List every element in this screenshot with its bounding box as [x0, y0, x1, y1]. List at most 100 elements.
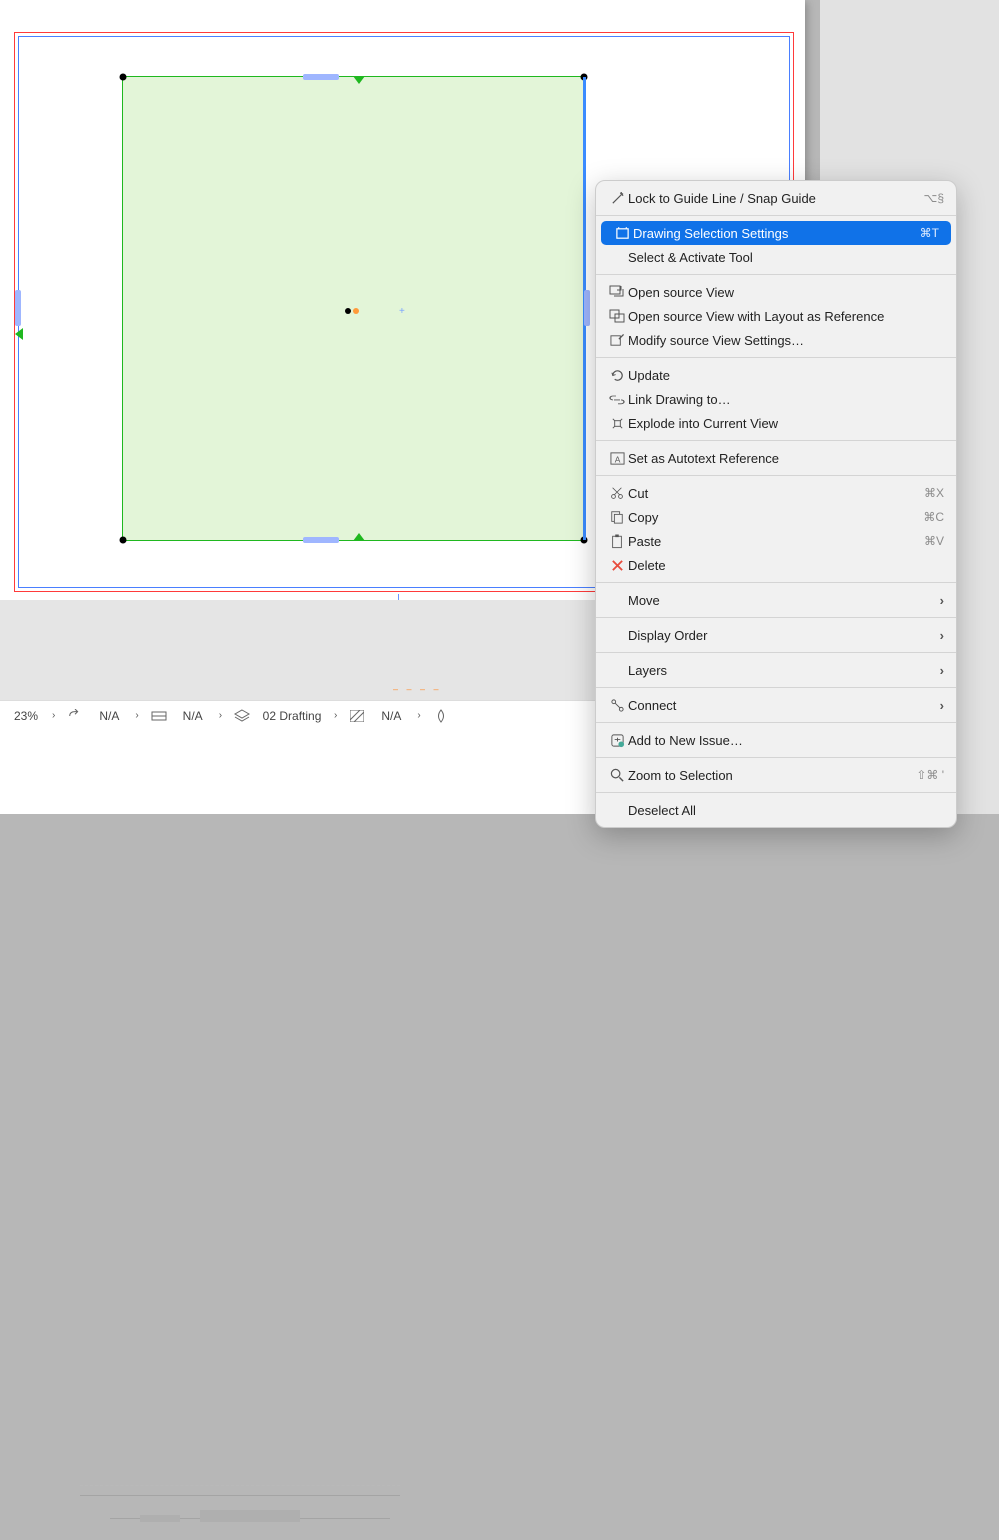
menu-item-shortcut: ⌘C: [923, 510, 944, 524]
menu-item-label: Explode into Current View: [628, 416, 944, 431]
menu-item-select-activate-tool[interactable]: Select & Activate Tool: [596, 245, 956, 269]
selection-grip-bottom[interactable]: [303, 537, 339, 543]
triangle-left-icon: [15, 328, 23, 340]
selection-handle-sw[interactable]: [120, 537, 127, 544]
menu-item-shortcut: ⌘X: [924, 486, 944, 500]
menu-item-add-to-new-issue[interactable]: Add to New Issue…: [596, 728, 956, 752]
zoom-control[interactable]: 23% ›: [0, 701, 61, 730]
menu-item-shortcut: ⌘V: [924, 534, 944, 548]
chevron-right-icon: ›: [940, 698, 944, 713]
selection-grip-top[interactable]: [303, 74, 339, 80]
menu-item-explode-into-current-view[interactable]: Explode into Current View: [596, 411, 956, 435]
menu-item-lock-to-guide-line-snap-guide[interactable]: Lock to Guide Line / Snap Guide ⌥§: [596, 186, 956, 210]
menu-item-label: Set as Autotext Reference: [628, 451, 944, 466]
drawing-selection[interactable]: +: [122, 76, 585, 541]
triangle-top-icon: [353, 76, 365, 84]
menu-item-connect[interactable]: Connect›: [596, 693, 956, 717]
menu-item-label: Add to New Issue…: [628, 733, 944, 748]
menu-separator: [596, 440, 956, 441]
menu-item-label: Modify source View Settings…: [628, 333, 944, 348]
menu-separator: [596, 617, 956, 618]
triangle-bottom-icon: [353, 533, 365, 541]
modify-view-icon: [606, 333, 628, 348]
connect-icon: [606, 698, 628, 713]
page-grip-left[interactable]: [15, 290, 21, 326]
menu-item-drawing-selection-settings[interactable]: Drawing Selection Settings ⌘T: [601, 221, 951, 245]
navigator-preview: [0, 730, 595, 814]
refresh-icon: [606, 368, 628, 383]
menu-item-delete[interactable]: Delete: [596, 553, 956, 577]
menu-item-open-source-view[interactable]: Open source View: [596, 280, 956, 304]
chevron-right-icon: ›: [135, 710, 138, 721]
menu-item-move[interactable]: Move›: [596, 588, 956, 612]
menu-item-cut[interactable]: Cut ⌘X: [596, 481, 956, 505]
menu-item-layers[interactable]: Layers ›: [596, 658, 956, 682]
selection-handle-nw[interactable]: [120, 74, 127, 81]
chevron-right-icon: ›: [219, 710, 222, 721]
menu-item-update[interactable]: Update: [596, 363, 956, 387]
explode-icon: [606, 416, 628, 431]
context-menu[interactable]: Lock to Guide Line / Snap Guide ⌥§ Drawing…: [595, 180, 957, 828]
menu-item-label: Link Drawing to…: [628, 392, 944, 407]
paste-icon: [606, 534, 628, 549]
menu-item-set-as-autotext-reference[interactable]: A Set as Autotext Reference: [596, 446, 956, 470]
menu-item-link-drawing-to[interactable]: Link Drawing to…: [596, 387, 956, 411]
settings-frame-icon: [611, 226, 633, 241]
status-value-2: N/A: [173, 709, 213, 723]
drag-dots-icon[interactable]: – – – –: [393, 684, 442, 694]
menu-item-label: Cut: [628, 486, 916, 501]
status-value-1: N/A: [89, 709, 129, 723]
menu-separator: [596, 475, 956, 476]
status-field-3[interactable]: 02 Drafting ›: [228, 701, 343, 730]
zoom-icon: [606, 768, 628, 783]
chevron-right-icon: ›: [940, 663, 944, 678]
menu-item-shortcut: ⌥§: [923, 191, 944, 205]
status-value-4: N/A: [371, 709, 411, 723]
menu-item-shortcut: ⇧⌘ ': [916, 768, 944, 782]
menu-item-label: Zoom to Selection: [628, 768, 908, 783]
menu-separator: [596, 652, 956, 653]
menu-item-modify-source-view-settings[interactable]: Modify source View Settings…: [596, 328, 956, 352]
menu-item-zoom-to-selection[interactable]: Zoom to Selection ⇧⌘ ': [596, 763, 956, 787]
plan-sketch: [80, 1480, 510, 1540]
status-field-4[interactable]: N/A ›: [343, 701, 426, 730]
menu-separator: [596, 215, 956, 216]
arrow-undo-icon: [67, 709, 83, 723]
fill-icon: [433, 709, 449, 723]
cut-icon: [606, 486, 628, 500]
menu-item-label: Open source View: [628, 285, 944, 300]
menu-item-copy[interactable]: Copy⌘C: [596, 505, 956, 529]
issue-icon: [606, 733, 628, 748]
menu-item-label: Select & Activate Tool: [628, 250, 944, 265]
menu-separator: [596, 792, 956, 793]
svg-text:A: A: [614, 454, 620, 464]
menu-item-label: Update: [628, 368, 944, 383]
delete-icon: [606, 559, 628, 572]
page-grip-right[interactable]: [584, 290, 590, 326]
menu-item-display-order[interactable]: Display Order›: [596, 623, 956, 647]
menu-item-open-source-view-with-layout-as-reference[interactable]: Open source View with Layout as Referenc…: [596, 304, 956, 328]
menu-item-label: Layers: [628, 663, 932, 678]
menu-separator: [596, 274, 956, 275]
menu-separator: [596, 687, 956, 688]
zoom-value: 23%: [6, 709, 46, 723]
menu-item-deselect-all[interactable]: Deselect All: [596, 798, 956, 822]
chevron-right-icon: ›: [334, 710, 337, 721]
menu-item-shortcut: ⌘T: [920, 226, 939, 240]
menu-item-label: Paste: [628, 534, 916, 549]
status-field-2[interactable]: N/A ›: [145, 701, 228, 730]
menu-item-label: Delete: [628, 558, 944, 573]
chevron-right-icon: ›: [417, 710, 420, 721]
layers-icon: [234, 709, 250, 723]
status-value-3: 02 Drafting: [256, 709, 328, 723]
menu-item-paste[interactable]: Paste ⌘V: [596, 529, 956, 553]
center-dot: [353, 308, 359, 314]
status-field-1[interactable]: N/A ›: [61, 701, 144, 730]
menu-item-label: Drawing Selection Settings: [633, 226, 912, 241]
chevron-right-icon: ›: [52, 710, 55, 721]
menu-item-label: Lock to Guide Line / Snap Guide: [628, 191, 915, 206]
menu-item-label: Deselect All: [628, 803, 944, 818]
origin-cross-icon: +: [399, 307, 405, 317]
status-field-5[interactable]: [427, 701, 455, 730]
menu-item-label: Move: [628, 593, 932, 608]
